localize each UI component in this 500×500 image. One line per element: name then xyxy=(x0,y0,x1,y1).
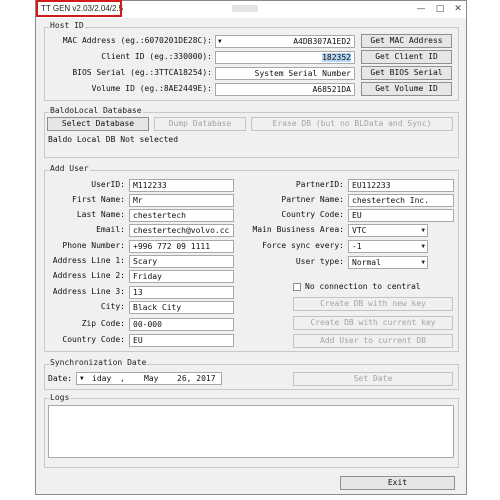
date-day-year-value: 26, 2017 xyxy=(177,374,216,383)
sync-date-section-title: Synchronization Date xyxy=(49,358,148,367)
get-mac-address-button[interactable]: Get MAC Address xyxy=(361,34,452,48)
email-label: Email: xyxy=(96,225,125,234)
client-id-label: Client ID (eg.:330000): xyxy=(101,52,212,61)
country-code-label: Country Code: xyxy=(62,335,125,344)
client-id-field[interactable]: 182352 xyxy=(215,51,355,64)
chevron-down-icon: ▼ xyxy=(421,259,425,266)
zip-code-field[interactable]: 00-000 xyxy=(129,318,234,331)
mac-address-value: A4DB307A1ED2 xyxy=(293,37,351,46)
volume-id-label: Volume ID (eg.:8AE2449E): xyxy=(91,84,212,93)
partnerid-label: PartnerID: xyxy=(295,180,344,189)
get-volume-id-button[interactable]: Get Volume ID xyxy=(361,82,452,96)
userid-field[interactable]: M112233 xyxy=(129,179,234,192)
get-client-id-button[interactable]: Get Client ID xyxy=(361,50,452,64)
dump-database-button[interactable]: Dump Database xyxy=(154,117,246,131)
add-user-section-title: Add User xyxy=(49,164,90,173)
erase-database-button[interactable]: Erase DB (but no BLData and Sync) xyxy=(251,117,453,131)
host-id-section-title: Host ID xyxy=(49,21,85,30)
main-business-area-value: VTC xyxy=(352,226,367,235)
phone-number-field[interactable]: +996 772 09 1111 xyxy=(129,240,234,253)
blurred-title-fragment xyxy=(232,5,258,12)
chevron-down-icon: ▼ xyxy=(218,38,222,45)
bios-serial-field[interactable]: System Serial Number xyxy=(215,67,355,80)
minimize-icon[interactable]: — xyxy=(415,3,427,15)
date-label: Date: xyxy=(48,374,73,383)
close-icon[interactable]: ✕ xyxy=(452,3,464,15)
phone-number-label: Phone Number: xyxy=(62,241,125,250)
address-line-3-label: Address Line 3: xyxy=(52,287,125,296)
last-name-label: Last Name: xyxy=(76,210,125,219)
main-business-area-label: Main Business Area: xyxy=(252,225,344,234)
city-field[interactable]: Black City xyxy=(129,301,234,314)
partner-name-field[interactable]: chestertech Inc. xyxy=(348,194,454,207)
address-line-1-label: Address Line 1: xyxy=(52,256,125,265)
maximize-icon[interactable]: □ xyxy=(434,3,446,15)
email-field[interactable]: chestertech@volvo.cc xyxy=(129,224,234,237)
client-id-value: 182352 xyxy=(322,53,351,62)
user-type-label: User type: xyxy=(295,257,344,266)
title-highlight-box xyxy=(36,0,122,17)
address-line-2-field[interactable]: Friday xyxy=(129,270,234,283)
date-day-value: iday xyxy=(92,374,112,383)
select-database-button[interactable]: Select Database xyxy=(47,117,149,131)
add-user-to-db-button[interactable]: Add User to current DB xyxy=(293,334,453,348)
mac-address-label: MAC Address (eg.:6070201DE28C): xyxy=(62,36,212,45)
volume-id-field[interactable]: A68521DA xyxy=(215,83,355,96)
user-type-value: Normal xyxy=(352,258,381,267)
bios-serial-label: BIOS Serial (eg.:3TTCA18254): xyxy=(72,68,212,77)
chevron-down-icon: ▼ xyxy=(421,243,425,250)
no-connection-label: No connection to central xyxy=(305,282,421,291)
chevron-down-icon: ▼ xyxy=(80,375,84,382)
zip-code-label: Zip Code: xyxy=(81,319,125,328)
city-label: City: xyxy=(100,302,125,311)
create-db-current-key-button[interactable]: Create DB with current key xyxy=(293,316,453,330)
address-line-2-label: Address Line 2: xyxy=(52,271,125,280)
userid-label: UserID: xyxy=(91,180,125,189)
set-date-button[interactable]: Set Date xyxy=(293,372,453,386)
partner-name-label: Partner Name: xyxy=(281,195,344,204)
logs-section-title: Logs xyxy=(49,393,71,402)
main-business-area-select[interactable]: VTC ▼ xyxy=(348,224,428,237)
address-line-1-field[interactable]: Scary xyxy=(129,255,234,268)
partner-country-code-field[interactable]: EU xyxy=(348,209,454,222)
partner-country-code-label: Country Code: xyxy=(281,210,344,219)
date-month-value: May xyxy=(144,374,159,383)
partnerid-field[interactable]: EU112233 xyxy=(348,179,454,192)
last-name-field[interactable]: chestertech xyxy=(129,209,234,222)
no-connection-checkbox[interactable] xyxy=(293,283,301,291)
mac-address-combo[interactable]: ▼ A4DB307A1ED2 xyxy=(215,35,355,48)
exit-button[interactable]: Exit xyxy=(340,476,455,490)
address-line-3-field[interactable]: 13 xyxy=(129,286,234,299)
database-status-text: Baldo Local DB Not selected xyxy=(48,135,179,144)
logs-textarea[interactable] xyxy=(48,405,454,458)
force-sync-select[interactable]: -1 ▼ xyxy=(348,240,428,253)
country-code-field[interactable]: EU xyxy=(129,334,234,347)
database-section-title: BaldoLocal Database xyxy=(49,106,143,115)
chevron-down-icon: ▼ xyxy=(421,227,425,234)
date-separator: , xyxy=(120,374,125,383)
first-name-label: First Name: xyxy=(72,195,125,204)
create-db-new-key-button[interactable]: Create DB with new key xyxy=(293,297,453,311)
force-sync-label: Force sync every: xyxy=(262,241,344,250)
first-name-field[interactable]: Mr xyxy=(129,194,234,207)
user-type-select[interactable]: Normal ▼ xyxy=(348,256,428,269)
date-picker[interactable]: ▼ iday , May 26, 2017 xyxy=(76,372,222,385)
force-sync-value: -1 xyxy=(352,242,362,251)
get-bios-serial-button[interactable]: Get BIOS Serial xyxy=(361,66,452,80)
